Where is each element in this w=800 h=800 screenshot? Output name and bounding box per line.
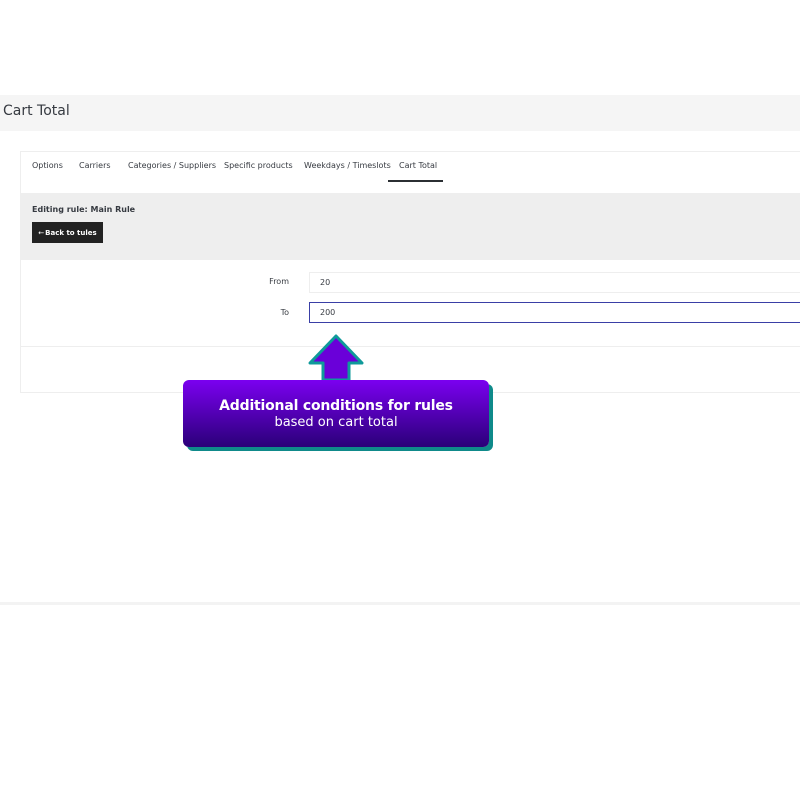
to-label: To	[280, 308, 289, 317]
feature-callout: Additional conditions for rules based on…	[183, 380, 489, 447]
tab-cart-total[interactable]: Cart Total	[399, 161, 437, 170]
active-tab-indicator	[388, 180, 443, 182]
callout-subline: based on cart total	[274, 414, 398, 430]
editing-rule-section: Editing rule: Main Rule ← Back to tules	[21, 193, 800, 260]
tab-categories-suppliers[interactable]: Categories / Suppliers	[128, 161, 216, 170]
panel-divider	[21, 346, 800, 347]
back-to-rules-button[interactable]: ← Back to tules	[32, 222, 103, 243]
from-input[interactable]: 20	[309, 272, 800, 293]
back-button-label: Back to tules	[45, 228, 97, 237]
back-arrow-icon: ←	[38, 228, 45, 237]
bottom-divider	[0, 602, 800, 605]
tab-specific-products[interactable]: Specific products	[224, 161, 293, 170]
rule-panel: Options Carriers Categories / Suppliers …	[20, 151, 800, 393]
callout-headline: Additional conditions for rules	[219, 397, 453, 414]
to-input[interactable]: 200	[309, 302, 800, 323]
up-arrow-icon	[308, 334, 364, 382]
to-value: 200	[320, 308, 336, 317]
tab-bar: Options Carriers Categories / Suppliers …	[21, 152, 800, 182]
tab-weekdays-timeslots[interactable]: Weekdays / Timeslots	[304, 161, 391, 170]
tab-carriers[interactable]: Carriers	[79, 161, 111, 170]
editing-rule-title: Editing rule: Main Rule	[32, 205, 136, 214]
page-title: Cart Total	[3, 103, 70, 119]
page-header: Cart Total	[0, 95, 800, 131]
from-value: 20	[320, 278, 331, 287]
from-label: From	[269, 277, 289, 286]
tab-options[interactable]: Options	[32, 161, 63, 170]
